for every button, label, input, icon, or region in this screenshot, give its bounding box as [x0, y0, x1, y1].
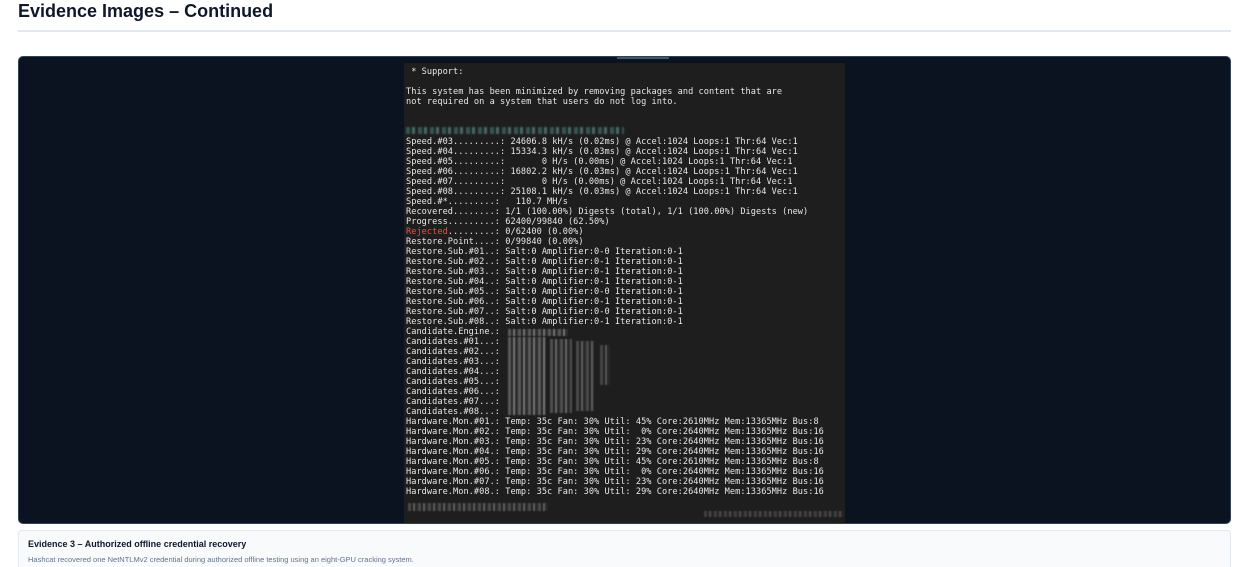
terminal-line: Speed.#07.........: 0 H/s (0.00ms) @ Acc… [406, 177, 793, 187]
terminal-line: Speed.#03.........: 24606.8 kH/s (0.02ms… [406, 137, 798, 147]
terminal-line: Candidates.#06...: [406, 387, 501, 397]
terminal-line: Recovered........: 1/1 (100.00%) Digests… [406, 207, 809, 217]
terminal-line: Candidates.#01...: [406, 337, 501, 347]
terminal-line: Candidates.#02...: [406, 347, 501, 357]
terminal-line: Restore.Sub.#06..: Salt:0 Amplifier:0-1 … [406, 297, 683, 307]
redacted-candidates-col3 [576, 341, 594, 411]
terminal-line: Candidates.#04...: [406, 367, 501, 377]
terminal-line: Candidates.#07...: [406, 397, 501, 407]
terminal-line: Hardware.Mon.#01.: Temp: 35c Fan: 30% Ut… [406, 417, 819, 427]
page-title: Evidence Images – Continued [18, 1, 274, 21]
terminal-line: This system has been minimized by removi… [406, 87, 783, 97]
terminal-line: Restore.Point....: 0/99840 (0.00%) [406, 237, 584, 247]
redacted-candidates-col4 [600, 345, 610, 385]
caption-title: Evidence 3 – Authorized offline credenti… [28, 539, 247, 549]
terminal-line: Restore.Sub.#01..: Salt:0 Amplifier:0-0 … [406, 247, 683, 257]
terminal-line: Progress.........: 62400/99840 (62.50%) [406, 217, 610, 227]
caption-description: Hashcat recovered one NetNTLMv2 credenti… [28, 555, 414, 564]
terminal-line: Hardware.Mon.#03.: Temp: 35c Fan: 30% Ut… [406, 437, 824, 447]
title-divider [18, 30, 1231, 32]
terminal-screenshot: * Support: This system has been minimized… [404, 63, 845, 523]
terminal-line: Speed.#*.........: 110.7 MH/s [406, 197, 568, 207]
terminal-line: Hardware.Mon.#04.: Temp: 35c Fan: 30% Ut… [406, 447, 824, 457]
redacted-candidate-engine [508, 329, 568, 336]
terminal-line: Restore.Sub.#03..: Salt:0 Amplifier:0-1 … [406, 267, 683, 277]
rejected-label: Rejected [406, 227, 448, 237]
terminal-line: Candidates.#05...: [406, 377, 501, 387]
blurred-banner [406, 127, 624, 134]
terminal-line: Restore.Sub.#08..: Salt:0 Amplifier:0-1 … [406, 317, 683, 327]
terminal-line: Hardware.Mon.#02.: Temp: 35c Fan: 30% Ut… [406, 427, 824, 437]
terminal-line: Hardware.Mon.#06.: Temp: 35c Fan: 30% Ut… [406, 467, 824, 477]
terminal-line: Speed.#08.........: 25108.1 kH/s (0.03ms… [406, 187, 798, 197]
terminal-line: Restore.Sub.#02..: Salt:0 Amplifier:0-1 … [406, 257, 683, 267]
redacted-footer-right [704, 511, 844, 517]
terminal-line: Candidates.#03...: [406, 357, 501, 367]
terminal-line: Hardware.Mon.#07.: Temp: 35c Fan: 30% Ut… [406, 477, 824, 487]
terminal-line: Speed.#06.........: 16802.2 kH/s (0.03ms… [406, 167, 798, 177]
terminal-line: Candidates.#08...: [406, 407, 501, 417]
terminal-line: Restore.Sub.#04..: Salt:0 Amplifier:0-1 … [406, 277, 683, 287]
terminal-line: Hardware.Mon.#08.: Temp: 35c Fan: 30% Ut… [406, 487, 824, 497]
redacted-footer-left [408, 503, 548, 511]
redacted-candidates-col1 [508, 337, 546, 415]
terminal-line: Speed.#05.........: 0 H/s (0.00ms) @ Acc… [406, 157, 793, 167]
frame-top-mark [617, 57, 669, 59]
terminal-line: Hardware.Mon.#05.: Temp: 35c Fan: 30% Ut… [406, 457, 819, 467]
evidence-page: Evidence Images – Continued * Support: Th… [0, 0, 1252, 567]
terminal-line: Rejected.........: 0/62400 (0.00%) [406, 227, 584, 237]
terminal-line: Speed.#04.........: 15334.3 kH/s (0.03ms… [406, 147, 798, 157]
terminal-line: Restore.Sub.#07..: Salt:0 Amplifier:0-0 … [406, 307, 683, 317]
terminal-line: Restore.Sub.#05..: Salt:0 Amplifier:0-0 … [406, 287, 683, 297]
terminal-line: * Support: [406, 67, 464, 77]
terminal-line: Candidate.Engine.: [406, 327, 501, 337]
redacted-candidates-col2 [550, 339, 572, 413]
terminal-line: not required on a system that users do n… [406, 97, 678, 107]
evidence-image-frame: * Support: This system has been minimized… [18, 56, 1231, 524]
evidence-caption: Evidence 3 – Authorized offline credenti… [18, 530, 1231, 567]
